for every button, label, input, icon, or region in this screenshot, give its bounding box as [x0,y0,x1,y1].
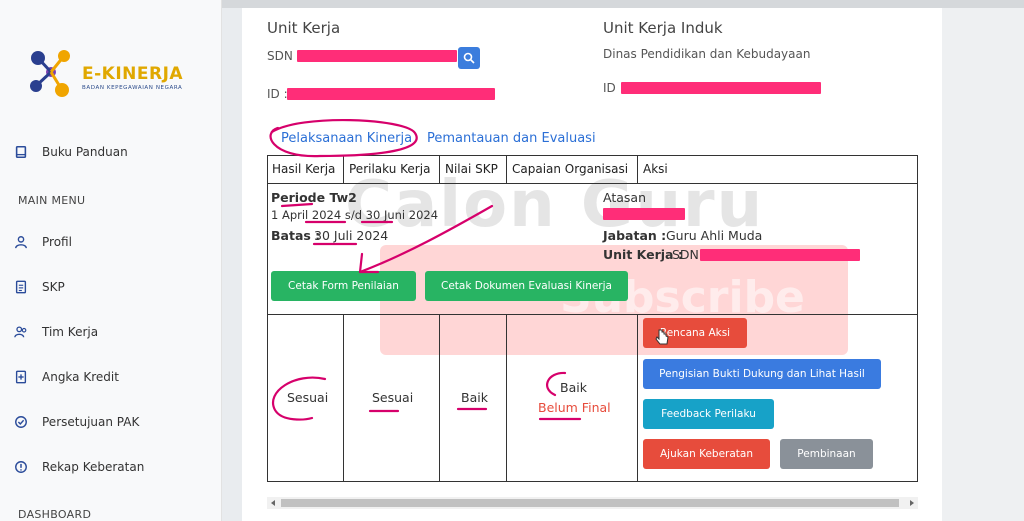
annotation-underline-periode [280,202,314,208]
annotation-overlay [269,118,582,421]
cursor-hand-icon [655,329,669,345]
annotation-circle-baik [546,371,567,397]
annotation-circle-sesuai [272,376,327,421]
annotation-arrow [358,204,494,274]
annotation-circle-tab [269,118,418,158]
